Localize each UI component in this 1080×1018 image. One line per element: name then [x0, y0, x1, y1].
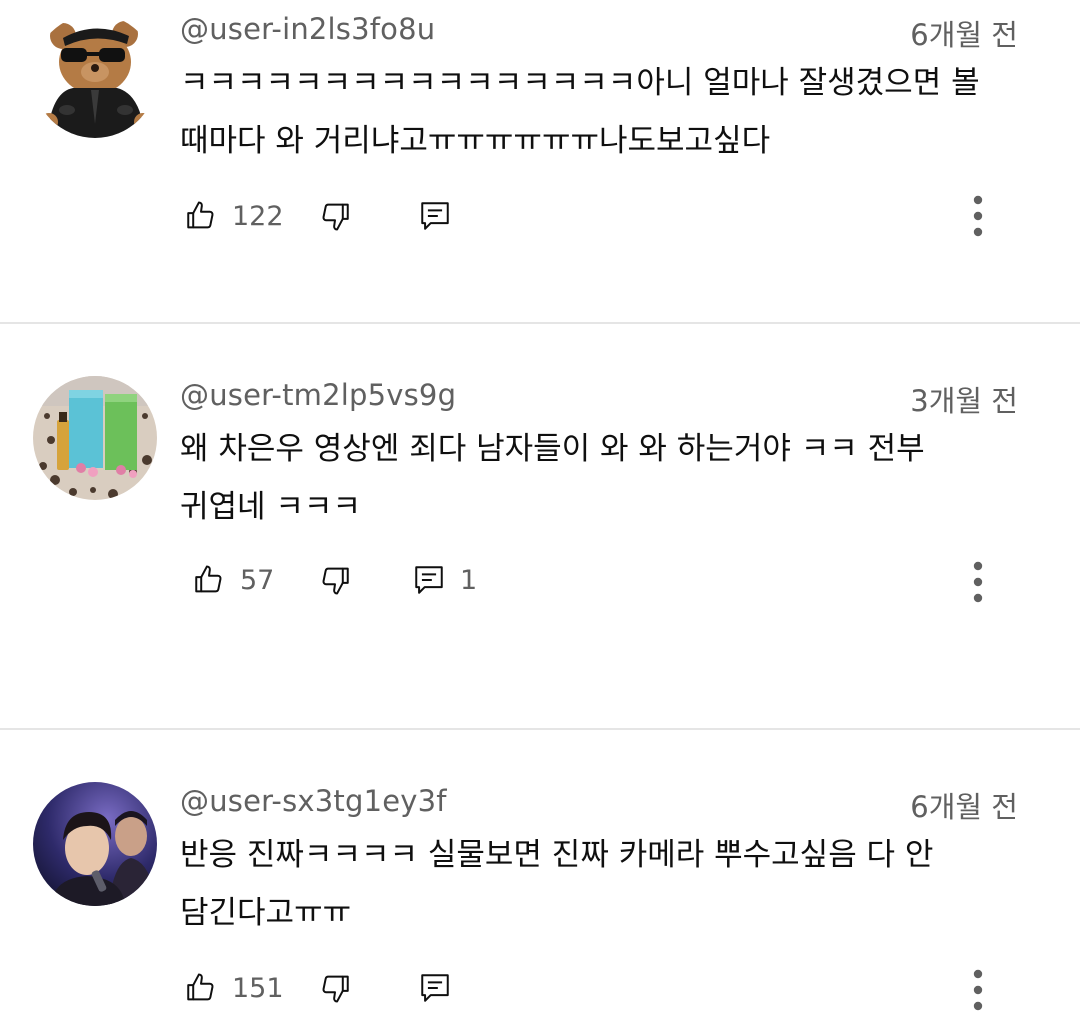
comment-author[interactable]: @user-in2ls3fo8u	[180, 12, 435, 46]
comment-item: @user-tm2lp5vs9g 3개월 전 왜 차은우 영상엔 죄다 남자들이…	[0, 324, 1080, 728]
comment-text-line: 왜 차은우 영상엔 죄다 남자들이 와 와 하는거야 ㅋㅋ 전부	[180, 431, 925, 467]
comment-timestamp: 3개월 전	[910, 384, 1018, 418]
thumb-down-icon	[318, 563, 352, 597]
reply-button[interactable]: 1	[412, 558, 477, 602]
thumb-down-icon	[318, 971, 352, 1005]
comment-text-line: ㅋㅋㅋㅋㅋㅋㅋㅋㅋㅋㅋㅋㅋㅋㅋㅋ아니 얼마나 잘생겼으면 볼	[180, 65, 980, 101]
avatar[interactable]	[33, 782, 157, 906]
more-options-button[interactable]	[960, 966, 996, 1014]
comment-author[interactable]: @user-sx3tg1ey3f	[180, 784, 447, 818]
dislike-button[interactable]	[318, 558, 352, 602]
thumb-up-icon	[184, 971, 218, 1005]
comment-text-line: 반응 진짜ㅋㅋㅋㅋ 실물보면 진짜 카메라 뿌수고싶음 다 안	[180, 837, 934, 873]
avatar-teddy-bear-image	[33, 14, 157, 138]
comment-text: ㅋㅋㅋㅋㅋㅋㅋㅋㅋㅋㅋㅋㅋㅋㅋㅋ아니 얼마나 잘생겼으면 볼 때마다 와 거리냐…	[180, 54, 1030, 170]
comment-text-line: 담긴다고ㅠㅠ	[180, 895, 352, 931]
dislike-button[interactable]	[318, 966, 352, 1010]
comment-text: 반응 진짜ㅋㅋㅋㅋ 실물보면 진짜 카메라 뿌수고싶음 다 안 담긴다고ㅠㅠ	[180, 826, 1030, 942]
more-options-button[interactable]	[960, 558, 996, 606]
dislike-button[interactable]	[318, 194, 352, 238]
reply-button[interactable]	[418, 194, 466, 238]
comment-text-line: 때마다 와 거리냐고ㅠㅠㅠㅠㅠㅠ나도보고싶다	[180, 123, 771, 159]
comment-icon	[412, 563, 446, 597]
like-count: 122	[232, 200, 284, 232]
like-button[interactable]: 57	[192, 558, 274, 602]
thumb-down-icon	[318, 199, 352, 233]
avatar[interactable]	[33, 14, 157, 138]
thumb-up-icon	[192, 563, 226, 597]
avatar[interactable]	[33, 376, 157, 500]
avatar-product-photo-image	[33, 376, 157, 500]
comment-icon	[418, 199, 452, 233]
comment-text-line: 귀엽네 ㅋㅋㅋ	[180, 489, 361, 525]
comment-author[interactable]: @user-tm2lp5vs9g	[180, 378, 456, 412]
comment-text: 왜 차은우 영상엔 죄다 남자들이 와 와 하는거야 ㅋㅋ 전부 귀엽네 ㅋㅋㅋ	[180, 420, 1030, 536]
reply-count: 1	[460, 564, 478, 596]
more-options-button[interactable]	[960, 192, 996, 240]
comment-timestamp: 6개월 전	[910, 790, 1018, 824]
thumb-up-icon	[184, 199, 218, 233]
more-vert-icon	[960, 195, 996, 244]
like-button[interactable]: 151	[184, 966, 284, 1010]
reply-button[interactable]	[418, 966, 466, 1010]
like-count: 57	[240, 564, 275, 596]
more-vert-icon	[960, 969, 996, 1018]
comment-timestamp: 6개월 전	[910, 18, 1018, 52]
comment-item: @user-in2ls3fo8u 6개월 전 ㅋㅋㅋㅋㅋㅋㅋㅋㅋㅋㅋㅋㅋㅋㅋㅋ아…	[0, 0, 1080, 322]
like-button[interactable]: 122	[184, 194, 284, 238]
comment-item: @user-sx3tg1ey3f 6개월 전 반응 진짜ㅋㅋㅋㅋ 실물보면 진짜…	[0, 730, 1080, 1018]
comment-icon	[418, 971, 452, 1005]
like-count: 151	[232, 972, 284, 1004]
more-vert-icon	[960, 561, 996, 610]
avatar-stage-photo-image	[33, 782, 157, 906]
